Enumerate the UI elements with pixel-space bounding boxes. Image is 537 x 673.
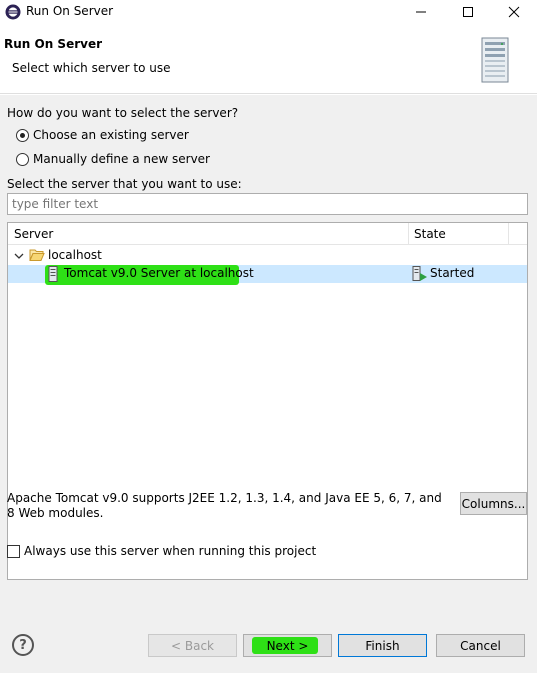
close-icon xyxy=(508,6,520,18)
server-table[interactable]: Server State localhost Tomcat v9.0 Serve… xyxy=(7,222,528,580)
banner-subtitle: Select which server to use xyxy=(12,61,171,75)
minimize-button[interactable] xyxy=(398,0,444,24)
banner-title: Run On Server xyxy=(4,37,103,51)
columns-button[interactable]: Columns... xyxy=(460,492,527,515)
wizard-page: How do you want to select the server? Ch… xyxy=(0,95,537,620)
filter-input[interactable] xyxy=(7,193,528,215)
checkbox-box xyxy=(7,544,20,558)
column-divider[interactable] xyxy=(408,223,409,245)
choose-existing-label: Choose an existing server xyxy=(33,128,189,142)
server-name: Tomcat v9.0 Server at localhost xyxy=(64,266,254,280)
chevron-down-icon[interactable] xyxy=(14,251,24,261)
minimize-icon xyxy=(416,11,426,13)
close-button[interactable] xyxy=(491,0,537,24)
server-description: Apache Tomcat v9.0 supports J2EE 1.2, 1.… xyxy=(7,491,442,520)
server-started-icon xyxy=(412,266,427,281)
wizard-banner: Run On Server Select which server to use xyxy=(0,24,537,94)
button-bar: ? < Back Next > Finish Cancel xyxy=(0,620,537,673)
title-bar: Run On Server xyxy=(0,0,537,24)
radio-dot xyxy=(16,128,29,142)
tree-row-localhost[interactable]: localhost xyxy=(8,247,527,265)
always-use-label: Always use this server when running this… xyxy=(24,544,317,558)
maximize-button[interactable] xyxy=(445,0,491,24)
manual-define-label: Manually define a new server xyxy=(33,152,210,166)
eclipse-icon xyxy=(5,4,21,20)
always-use-checkbox[interactable]: Always use this server when running this… xyxy=(7,544,316,558)
column-divider[interactable] xyxy=(508,223,509,245)
select-server-label: Select the server that you want to use: xyxy=(7,177,242,191)
group-label-localhost: localhost xyxy=(48,248,102,262)
table-header: Server State xyxy=(8,223,527,245)
choose-existing-radio[interactable]: Choose an existing server xyxy=(16,128,189,142)
radio-dot xyxy=(16,152,29,166)
selection-question: How do you want to select the server? xyxy=(7,106,239,120)
maximize-icon xyxy=(463,7,473,17)
back-button[interactable]: < Back xyxy=(148,634,237,657)
cancel-button[interactable]: Cancel xyxy=(436,634,525,657)
next-button[interactable]: Next > xyxy=(243,634,332,657)
finish-button[interactable]: Finish xyxy=(338,634,427,657)
help-icon[interactable]: ? xyxy=(12,634,34,656)
table-row-tomcat[interactable]: Tomcat v9.0 Server at localhost Started xyxy=(8,265,527,285)
server-state: Started xyxy=(430,266,475,280)
server-icon xyxy=(48,266,58,282)
manual-define-radio[interactable]: Manually define a new server xyxy=(16,152,210,166)
column-header-server[interactable]: Server xyxy=(14,227,53,241)
folder-open-icon xyxy=(29,249,45,261)
window-title: Run On Server xyxy=(26,4,114,18)
column-header-state[interactable]: State xyxy=(414,227,446,241)
next-button-label: Next > xyxy=(266,638,309,653)
server-tower-icon xyxy=(481,37,509,83)
